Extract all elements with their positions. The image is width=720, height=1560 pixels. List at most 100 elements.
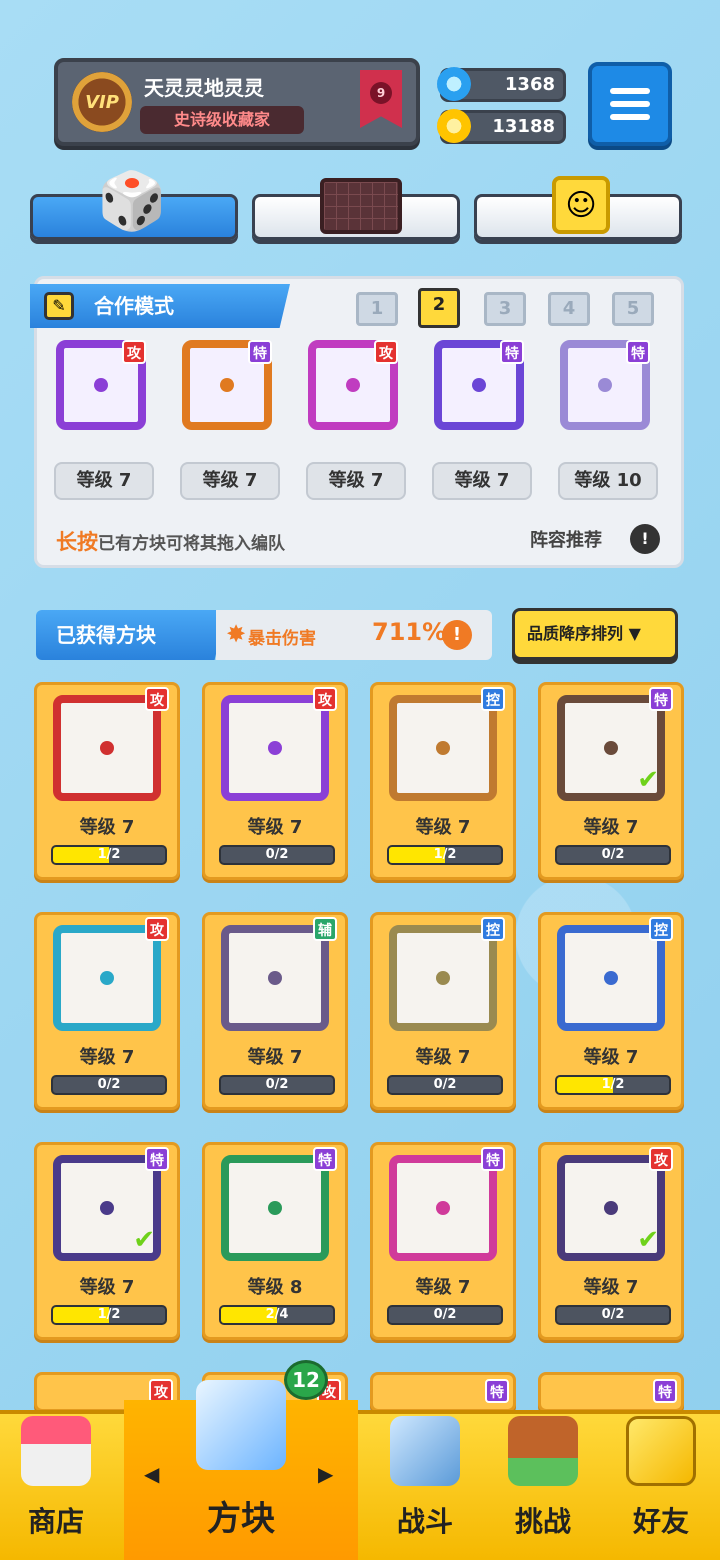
- deck-slot-1[interactable]: 攻: [48, 332, 152, 444]
- deck-level-2: 等级 7: [180, 462, 280, 500]
- block-card[interactable]: 特 ✔ 等级 7 1/2: [34, 1142, 180, 1340]
- card-level: 等级 7: [247, 817, 303, 838]
- block-cube-icon: [196, 1380, 286, 1470]
- sword-shield-icon: [390, 1416, 460, 1486]
- card-level: 等级 8: [247, 1277, 303, 1298]
- deck-slot-4[interactable]: 特: [426, 332, 530, 444]
- deck-slot-3[interactable]: 攻: [300, 332, 404, 444]
- upgrade-progress-bar: 0/2: [555, 845, 671, 865]
- card-level: 等级 7: [415, 1047, 471, 1068]
- card-level: 等级 7: [415, 1277, 471, 1298]
- deck-level-5: 等级 10: [558, 462, 658, 500]
- progress-text: 0/2: [433, 1307, 457, 1322]
- upgrade-progress-bar: 2/4: [219, 1305, 335, 1325]
- block-card[interactable]: 攻 ✔ 等级 7 0/2: [538, 1142, 684, 1340]
- block-frame: [221, 1155, 329, 1261]
- page-1-button[interactable]: 1: [356, 292, 398, 326]
- progress-text: 0/2: [601, 847, 625, 862]
- deck-level-1: 等级 7: [54, 462, 154, 500]
- equipped-check-icon: ✔: [637, 765, 659, 795]
- vip-badge: VIP: [72, 72, 132, 132]
- type-tag: 特: [313, 1147, 337, 1171]
- sort-dropdown[interactable]: 品质降序排列 ▼: [512, 608, 678, 660]
- card-level: 等级 7: [583, 817, 639, 838]
- crit-info-icon[interactable]: !: [442, 620, 472, 650]
- block-card[interactable]: 控 等级 7 1/2: [538, 912, 684, 1110]
- coin-counter: 13188: [437, 109, 566, 144]
- crit-label: 暴击伤害: [248, 629, 316, 649]
- friend-cube-icon: [626, 1416, 696, 1486]
- block-frame: [221, 695, 329, 801]
- board-icon: [320, 178, 402, 234]
- type-tag: 攻: [313, 687, 337, 711]
- nav-challenge-label: 挑战: [514, 1505, 571, 1538]
- equipped-check-icon: ✔: [133, 1225, 155, 1255]
- drag-hint: 长按已有方块可将其拖入编队: [56, 526, 285, 556]
- page-4-button[interactable]: 4: [548, 292, 590, 326]
- lineup-recommend-button[interactable]: 阵容推荐: [530, 526, 602, 552]
- block-card[interactable]: 特 等级 7 0/2: [370, 1142, 516, 1340]
- block-card-partial[interactable]: 特: [370, 1372, 516, 1412]
- edit-pencil-icon[interactable]: ✎: [44, 292, 74, 320]
- deck-slot-5[interactable]: 特: [552, 332, 656, 444]
- progress-text: 2/4: [265, 1307, 289, 1322]
- type-tag: 特: [248, 340, 272, 364]
- dice-icon: 🎲: [97, 169, 167, 234]
- deck-level-3: 等级 7: [306, 462, 406, 500]
- type-tag: 控: [649, 917, 673, 941]
- obtained-blocks-title: 已获得方块: [36, 610, 226, 660]
- shop-icon: [21, 1416, 91, 1486]
- block-card[interactable]: 辅 等级 7 0/2: [202, 912, 348, 1110]
- block-frame: [221, 925, 329, 1031]
- left-arrow-icon[interactable]: ◀: [144, 1462, 159, 1486]
- upgrade-progress-bar: 0/2: [387, 1075, 503, 1095]
- block-frame: [53, 925, 161, 1031]
- deck-slot-2[interactable]: 特: [174, 332, 278, 444]
- card-level: 等级 7: [79, 1277, 135, 1298]
- nav-battle[interactable]: 战斗: [366, 1410, 484, 1560]
- type-tag: 攻: [145, 917, 169, 941]
- block-card-partial[interactable]: 特: [538, 1372, 684, 1412]
- upgrade-progress-bar: 1/2: [555, 1075, 671, 1095]
- type-tag: 攻: [122, 340, 146, 364]
- page-5-button[interactable]: 5: [612, 292, 654, 326]
- type-tag: 特: [653, 1379, 677, 1403]
- type-tag: 攻: [649, 1147, 673, 1171]
- upgrade-progress-bar: 0/2: [219, 1075, 335, 1095]
- equipped-check-icon: ✔: [637, 1225, 659, 1255]
- upgrade-progress-bar: 1/2: [387, 845, 503, 865]
- block-card[interactable]: 攻 等级 7 1/2: [34, 682, 180, 880]
- coin-icon: [437, 109, 471, 143]
- page-3-button[interactable]: 3: [484, 292, 526, 326]
- rank-ribbon-icon: 9: [360, 70, 402, 128]
- upgrade-progress-bar: 1/2: [51, 845, 167, 865]
- hint-highlight: 长按: [56, 530, 98, 554]
- nav-shop[interactable]: 商店: [0, 1410, 112, 1560]
- type-tag: 控: [481, 917, 505, 941]
- upgrade-progress-bar: 1/2: [51, 1305, 167, 1325]
- right-arrow-icon[interactable]: ▶: [318, 1462, 333, 1486]
- block-card[interactable]: 特 等级 8 2/4: [202, 1142, 348, 1340]
- block-card[interactable]: 攻 等级 7 0/2: [34, 912, 180, 1110]
- coin-amount: 13188: [492, 116, 555, 137]
- profile-panel[interactable]: VIP 天灵灵地灵灵 史诗级收藏家 9: [54, 58, 420, 146]
- progress-text: 1/2: [97, 1307, 121, 1322]
- upgrade-progress-bar: 0/2: [555, 1305, 671, 1325]
- block-card[interactable]: 控 等级 7 1/2: [370, 682, 516, 880]
- block-card[interactable]: 控 等级 7 0/2: [370, 912, 516, 1110]
- nav-friends[interactable]: 好友: [602, 1410, 720, 1560]
- type-tag: 特: [649, 687, 673, 711]
- menu-button[interactable]: [588, 62, 672, 146]
- nav-challenge[interactable]: 挑战: [484, 1410, 602, 1560]
- type-tag: 攻: [145, 687, 169, 711]
- page-2-button[interactable]: 2: [418, 288, 460, 328]
- card-level: 等级 7: [79, 1047, 135, 1068]
- crit-damage-panel: ✸ 暴击伤害 711% !: [216, 610, 492, 660]
- card-level: 等级 7: [583, 1047, 639, 1068]
- new-count-badge: 12: [284, 1360, 328, 1400]
- block-card[interactable]: 攻 等级 7 0/2: [202, 682, 348, 880]
- block-card[interactable]: 特 ✔ 等级 7 0/2: [538, 682, 684, 880]
- info-icon[interactable]: !: [630, 524, 660, 554]
- block-frame: [557, 925, 665, 1031]
- type-tag: 攻: [374, 340, 398, 364]
